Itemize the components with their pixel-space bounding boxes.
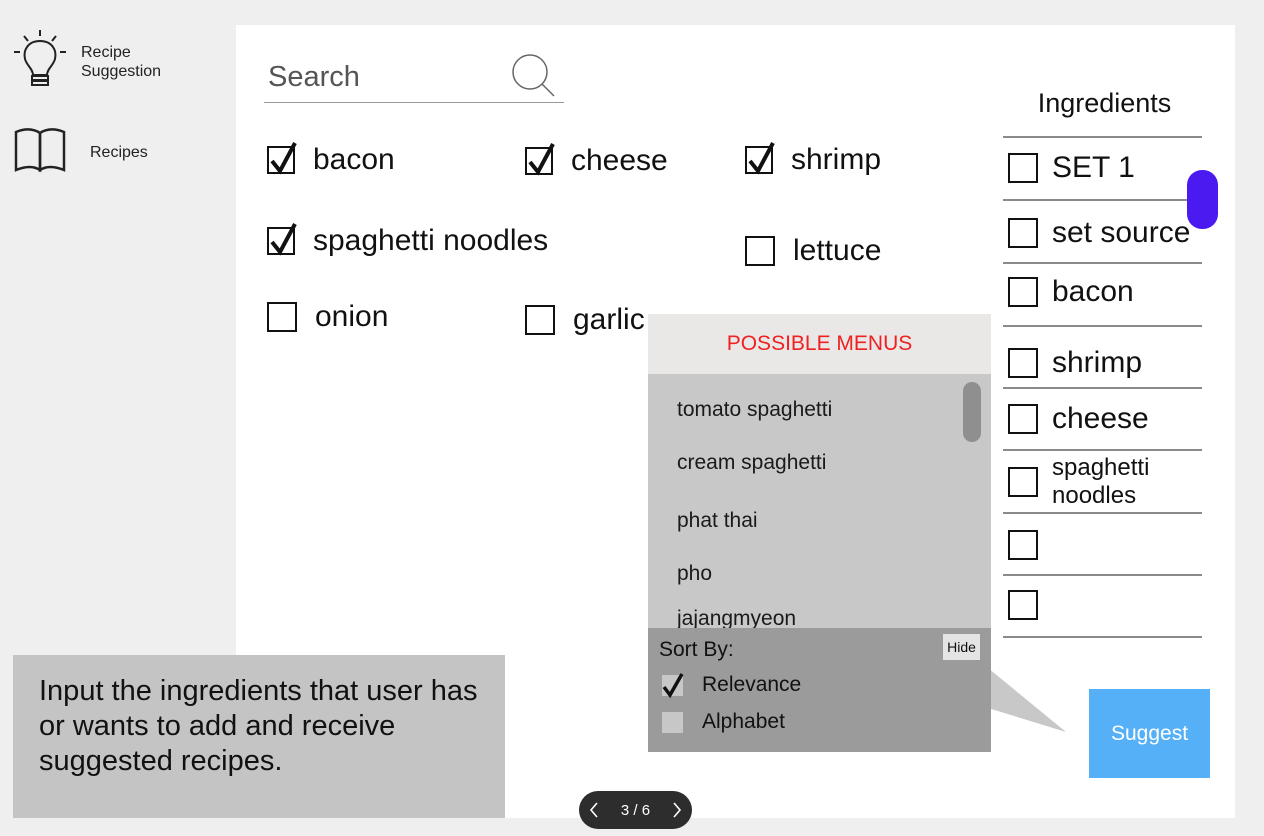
divider [1003,325,1202,327]
checkbox[interactable] [1008,348,1038,378]
ingredient-label: bacon [1052,275,1134,308]
search-icon[interactable] [510,52,560,105]
sort-title: Sort By: [659,638,734,661]
ingredients-scrollbar-thumb[interactable] [1187,170,1218,229]
divider [1003,136,1202,138]
sort-option-label: Relevance [702,673,802,696]
ingredient-label: spaghetti noodles [1052,454,1150,509]
chevron-left-icon[interactable] [587,800,601,820]
divider [1003,574,1202,576]
sort-panel: Sort By: Hide Relevance Alphabet [648,628,991,752]
checkbox[interactable] [525,305,555,335]
chevron-right-icon[interactable] [670,800,684,820]
checkbox[interactable] [1008,218,1038,248]
ingredient-label: cheese [1052,402,1149,435]
ingredients-panel-item[interactable]: shrimp [1008,346,1142,380]
ingredient-label: spaghetti noodles [313,224,549,257]
ingredient-label: cheese [571,144,668,177]
ingredient-label: shrimp [1052,346,1143,379]
checkbox[interactable] [662,711,683,733]
ingredient-checkbox-spaghetti-noodles[interactable]: spaghetti noodles [267,223,549,258]
ingredients-panel-item[interactable]: cheese [1008,402,1149,436]
nav-item-recipe-suggestion[interactable]: Recipe Suggestion [12,28,161,95]
ingredient-label: lettuce [793,234,882,267]
checkbox[interactable] [1008,467,1038,497]
book-icon [12,126,68,179]
ingredient-checkbox-garlic[interactable]: garlic [525,303,645,337]
checkbox[interactable] [1008,153,1038,183]
ingredients-panel-item[interactable] [1008,530,1052,560]
ingredients-panel-item[interactable]: spaghetti noodles [1008,454,1172,510]
checkbox[interactable] [1008,404,1038,434]
ingredients-header: Ingredients [1037,88,1172,118]
checkbox[interactable] [1008,277,1038,307]
checkbox[interactable] [1008,530,1038,560]
ingredients-panel-item[interactable]: bacon [1008,275,1134,309]
possible-menus-popup: POSSIBLE MENUS tomato spaghetti cream sp… [648,314,991,752]
ingredient-label: shrimp [791,143,882,176]
checkbox[interactable] [745,236,775,266]
annotation-note: Input the ingredients that user has or w… [13,655,505,818]
sort-option-label: Alphabet [702,710,785,733]
ingredient-label: SET 1 [1052,151,1135,184]
nav-item-recipes[interactable]: Recipes [12,126,148,179]
divider [1003,199,1202,201]
divider [1003,512,1202,514]
divider [1003,636,1202,638]
divider [1003,387,1202,389]
suggest-button[interactable]: Suggest [1089,689,1210,778]
menu-item[interactable]: tomato spaghetti [677,398,832,422]
popup-title: POSSIBLE MENUS [726,332,913,355]
lightbulb-icon [12,28,68,95]
menu-item[interactable]: pho [677,562,712,586]
checkbox[interactable] [662,672,684,698]
popup-scrollbar-thumb[interactable] [963,382,981,442]
sort-option-relevance[interactable]: Relevance [662,672,802,698]
popup-header: POSSIBLE MENUS [648,314,991,374]
checkbox[interactable] [525,143,555,176]
page-indicator: 3 / 6 [620,801,651,819]
ingredient-label: bacon [313,143,395,176]
sort-option-alphabet[interactable]: Alphabet [662,710,785,734]
nav-item-label: Recipe Suggestion [81,43,162,80]
checkbox[interactable] [745,142,775,175]
ingredients-panel-item[interactable] [1008,590,1052,620]
pager: 3 / 6 [579,791,692,829]
ingredient-label: garlic [573,303,645,336]
ingredient-label: set source [1052,216,1191,249]
divider [1003,262,1202,264]
annotation-text: Input the ingredients that user has or w… [39,675,478,777]
menu-item[interactable]: cream spaghetti [677,451,826,475]
menu-item[interactable]: phat thai [677,509,758,533]
ingredients-panel-item[interactable]: SET 1 [1008,151,1135,185]
ingredient-checkbox-shrimp[interactable]: shrimp [745,142,882,177]
ingredient-label: onion [315,300,389,333]
nav-item-label: Recipes [90,144,148,161]
hide-button[interactable]: Hide [943,634,980,660]
search-input[interactable] [266,56,510,98]
ingredient-checkbox-bacon[interactable]: bacon [267,142,395,177]
callout-pointer [988,668,1066,732]
checkbox[interactable] [267,302,297,332]
checkbox[interactable] [267,223,297,256]
checkbox[interactable] [1008,590,1038,620]
ingredient-checkbox-lettuce[interactable]: lettuce [745,234,881,268]
ingredient-checkbox-cheese[interactable]: cheese [525,143,668,178]
search-bar [264,50,564,103]
divider [1003,449,1202,451]
ingredient-checkbox-onion[interactable]: onion [267,300,388,334]
checkbox[interactable] [267,142,297,175]
ingredients-panel-item[interactable]: set source [1008,216,1190,250]
